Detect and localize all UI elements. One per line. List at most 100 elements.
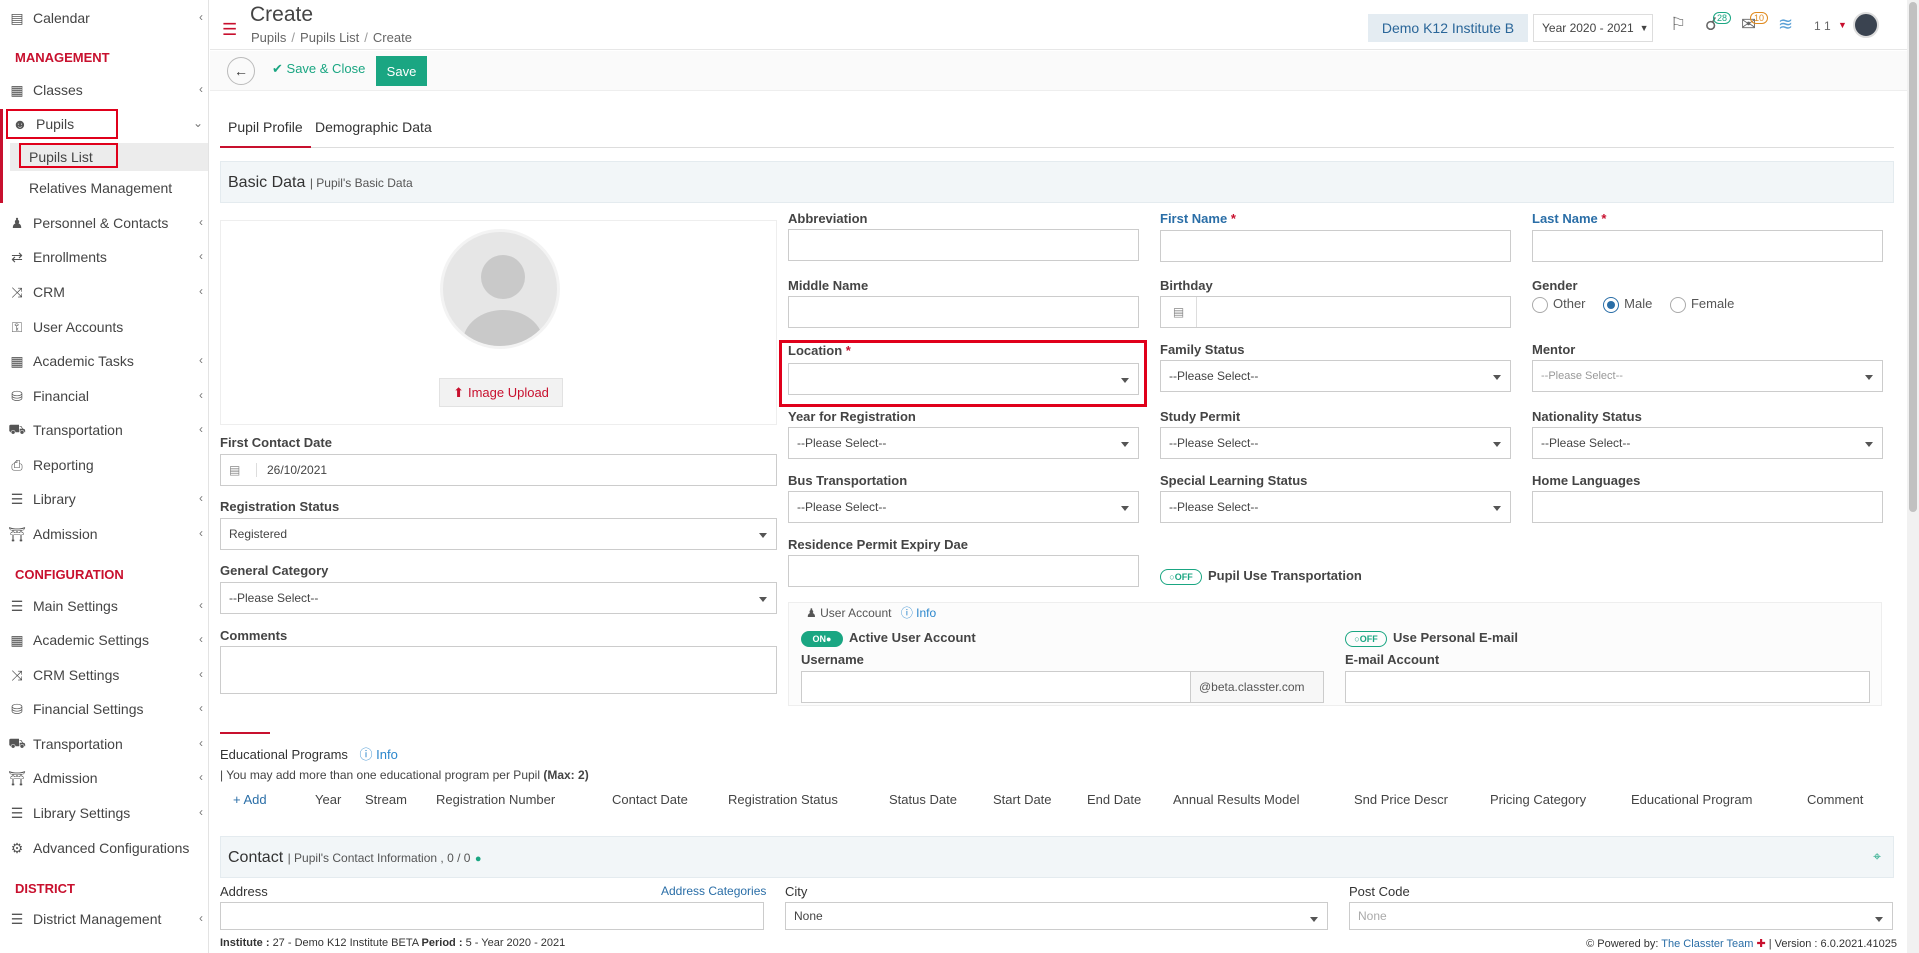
mentor-select[interactable]: --Please Select-- [1532,360,1883,392]
save-button[interactable]: Save [376,56,427,86]
contact-header: Contact | Pupil's Contact Information , … [220,836,1894,878]
sidebar-item-relatives[interactable]: Relatives Management [10,174,208,202]
photo-panel: ⬆ Image Upload [220,220,777,425]
first-name-field[interactable] [1160,230,1511,262]
sidebar-item-enrollments[interactable]: ⇄ Enrollments ‹ [0,242,208,272]
sidebar-item-classes[interactable]: ▦ Classes ‹ [0,75,208,105]
address-field[interactable] [220,902,764,930]
nationality-select[interactable]: --Please Select-- [1532,427,1883,459]
sidebar-item-crm[interactable]: ⤨ CRM ‹ [0,277,208,307]
location-select[interactable] [788,363,1139,395]
birthday-label: Birthday [1160,278,1213,293]
scrollbar-thumb[interactable] [1909,2,1917,512]
check-icon: ✔ [272,61,283,76]
sidebar-item-transportation-settings[interactable]: ⛟ Transportation ‹ [0,729,208,759]
residence-permit-field[interactable] [788,555,1139,587]
first-contact-field[interactable]: ▤ 26/10/2021 [220,454,777,486]
personal-email-toggle[interactable]: ○ OFF [1345,630,1387,647]
avatar[interactable] [1853,12,1879,38]
year-selector[interactable]: Year 2020 - 2021 ▼ [1533,14,1653,42]
general-category-label: General Category [220,563,329,578]
family-status-select[interactable]: --Please Select-- [1160,360,1511,392]
city-select[interactable]: None [785,902,1328,930]
active-account-toggle[interactable]: ON ● [801,630,843,647]
sidebar-item-personnel[interactable]: ♟ Personnel & Contacts ‹ [0,208,208,238]
email-account-field[interactable] [1345,671,1870,703]
scrollbar[interactable] [1907,0,1919,953]
edu-info-link[interactable]: ⓘ Info [360,747,398,762]
col-status-date: Status Date [889,792,957,807]
registration-status-select[interactable]: Registered [220,518,777,550]
layers-icon[interactable]: ≋ [1778,14,1793,35]
map-icon[interactable]: ⌖ [1873,848,1881,865]
chevron-icon: ‹ [199,82,203,96]
hamburger-icon[interactable]: ☰ [222,20,237,40]
tab-demographic-data[interactable]: Demographic Data [307,119,440,148]
home-languages-label: Home Languages [1532,473,1641,488]
sidebar-item-transportation[interactable]: ⛟ Transportation ‹ [0,415,208,445]
year-registration-select[interactable]: --Please Select-- [788,427,1139,459]
save-close-button[interactable]: ✔ Save & Close [272,61,365,77]
sidebar-item-academic-tasks[interactable]: ▦ Academic Tasks ‹ [0,346,208,376]
sidebar-item-academic-settings[interactable]: ▦ Academic Settings ‹ [0,625,208,655]
flag-icon[interactable]: ⚐ [1670,14,1686,35]
address-categories-link[interactable]: Address Categories [661,884,766,898]
back-button[interactable]: ← [227,57,255,85]
sidebar-item-main-settings[interactable]: ☰ Main Settings ‹ [0,591,208,621]
home-languages-field[interactable] [1532,491,1883,523]
chevron-icon: ‹ [199,215,203,229]
coins-icon: ⛁ [11,700,23,717]
sidebar-item-advanced-config[interactable]: ⚙ Advanced Configurations [0,833,208,863]
notification-badge: 28 [1713,12,1732,24]
abbreviation-field[interactable] [788,229,1139,261]
col-contact-date: Contact Date [612,792,688,807]
middle-name-field[interactable] [788,296,1139,328]
gender-male[interactable]: Male [1603,296,1652,313]
sidebar-item-financial-settings[interactable]: ⛁ Financial Settings ‹ [0,694,208,724]
sidebar-item-library-settings[interactable]: ☰ Library Settings ‹ [0,798,208,828]
sidebar-item-user-accounts[interactable]: ⚿ User Accounts [0,312,208,342]
birthday-field[interactable]: ▤ [1160,296,1511,328]
special-learning-select[interactable]: --Please Select-- [1160,491,1511,523]
last-name-field[interactable] [1532,230,1883,262]
sidebar-item-calendar[interactable]: ▤ Calendar ‹ [0,3,208,33]
address-label: Address [220,884,268,899]
sliders-icon: ☰ [10,597,24,614]
avatar-placeholder [440,229,560,349]
study-permit-select[interactable]: --Please Select-- [1160,427,1511,459]
tab-pupil-profile[interactable]: Pupil Profile [220,119,311,148]
breadcrumb-pupils[interactable]: Pupils [251,30,286,45]
sidebar-item-pupils[interactable]: ☻ Pupils ⌄ [0,109,208,139]
gender-female[interactable]: Female [1669,296,1734,313]
sidebar-item-library[interactable]: ☰ Library ‹ [0,484,208,514]
required-mark: * [1230,211,1236,226]
user-account-info-link[interactable]: ⓘ Info [901,606,936,620]
sidebar-item-admission-settings[interactable]: ⛩ Admission ‹ [0,763,208,793]
sidebar-item-reporting[interactable]: ⎙ Reporting [0,450,208,480]
add-program-button[interactable]: + Add [233,792,267,807]
image-upload-button[interactable]: ⬆ Image Upload [439,378,563,407]
post-code-select[interactable]: None [1349,902,1893,930]
user-short: 1 1 [1814,19,1831,33]
email-account-label: E-mail Account [1345,652,1440,667]
col-end-date: End Date [1087,792,1142,807]
sidebar-item-admission[interactable]: ⛩ Admission ‹ [0,519,208,549]
bus-transportation-select[interactable]: --Please Select-- [788,491,1139,523]
pupil-transport-toggle-row[interactable]: ○ OFF Pupil Use Transportation [1160,568,1362,585]
gender-other[interactable]: Other [1532,296,1586,313]
username-field[interactable] [801,671,1191,703]
classter-team-link[interactable]: The Classter Team [1661,938,1753,950]
sidebar-item-financial[interactable]: ⛁ Financial ‹ [0,381,208,411]
sidebar-item-crm-settings[interactable]: ⤨ CRM Settings ‹ [0,660,208,690]
sidebar-item-pupils-list[interactable]: Pupils List [10,143,208,171]
institute-selector[interactable]: Demo K12 Institute B [1368,14,1528,42]
sidebar-item-district-mgmt[interactable]: ☰ District Management ‹ [0,904,208,934]
comments-textarea[interactable] [220,646,777,694]
general-category-select[interactable]: --Please Select-- [220,582,777,614]
pupil-transport-toggle[interactable]: ○ OFF [1160,568,1202,585]
user-account-title: ♟ User Account ⓘ Info [806,606,937,620]
breadcrumb-pupils-list[interactable]: Pupils List [300,30,359,45]
user-caret-icon[interactable]: ▼ [1838,20,1847,30]
page-title: Create [250,3,314,26]
institution-icon: ⛩ [8,769,26,786]
